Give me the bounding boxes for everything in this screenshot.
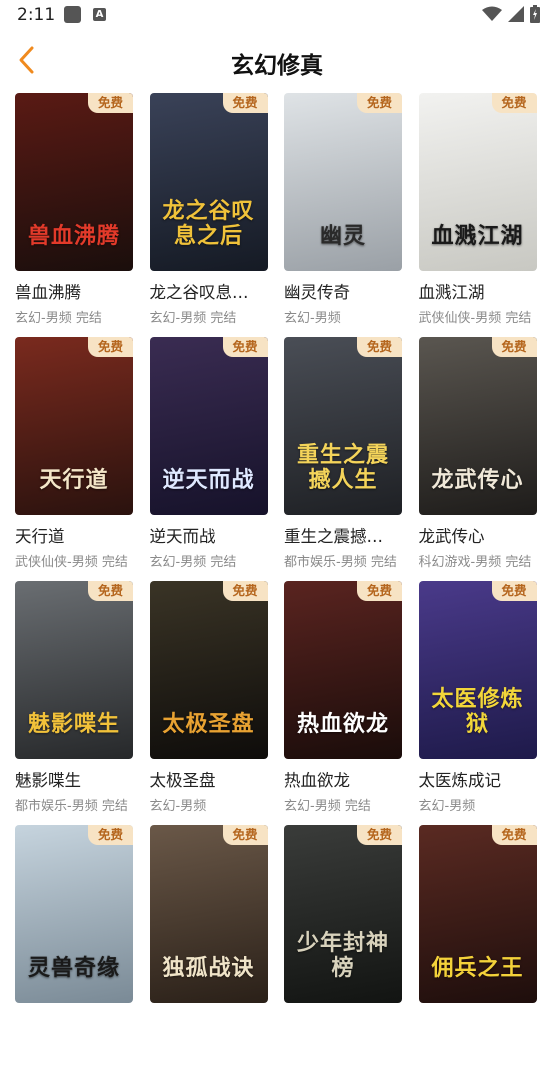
cover-title: 龙武传心 (431, 467, 524, 493)
free-badge: 免费 (357, 337, 402, 357)
book-cover[interactable]: 太医修炼狱 免费 (418, 581, 537, 759)
cover-title: 幽灵 (319, 223, 366, 249)
book-card[interactable]: 幽灵 免费 幽灵传奇 玄幻-男频 (284, 93, 402, 337)
free-badge: 免费 (357, 581, 402, 601)
cover-title: 独孤战诀 (162, 955, 255, 981)
book-card[interactable]: 龙武传心 免费 龙武传心 科幻游戏-男频 完结 (418, 337, 537, 581)
cover-title: 重生之震撼人生 (296, 442, 389, 493)
cover-title: 太医修炼狱 (431, 686, 524, 737)
book-card[interactable]: 少年封神榜 免费 (284, 825, 402, 1069)
cover-title: 龙之谷叹息之后 (162, 198, 255, 249)
book-meta: 玄幻-男频 (418, 799, 476, 814)
status-time: 2:11 (17, 5, 56, 25)
free-badge: 免费 (357, 93, 402, 113)
book-title: 血溅江湖 (418, 283, 485, 302)
book-card[interactable]: 魅影喋生 免费 魅影喋生 都市娱乐-男频 完结 (15, 581, 133, 825)
book-title: 龙武传心 (418, 527, 485, 546)
cover-title: 天行道 (39, 467, 109, 493)
free-badge: 免费 (491, 93, 537, 113)
cover-title: 兽血沸腾 (27, 223, 120, 249)
book-cover[interactable]: 龙之谷叹息之后 免费 (149, 93, 268, 271)
book-meta: 玄幻-男频 完结 (15, 311, 102, 326)
page-title: 玄幻修真 (231, 53, 323, 79)
free-badge: 免费 (491, 825, 537, 845)
free-badge: 免费 (222, 825, 268, 845)
book-cover[interactable]: 太极圣盘 免费 (149, 581, 268, 759)
book-cover[interactable]: 独孤战诀 免费 (149, 825, 268, 1003)
book-meta: 玄幻-男频 (284, 311, 341, 326)
book-meta: 玄幻-男频 完结 (149, 555, 237, 570)
book-meta: 玄幻-男频 (149, 799, 207, 814)
book-card[interactable]: 天行道 免费 天行道 武侠仙侠-男频 完结 (15, 337, 133, 581)
book-grid: 兽血沸腾 免费 兽血沸腾 玄幻-男频 完结 龙之谷叹息之后 免费 龙之谷叹息… … (15, 93, 545, 1069)
book-title: 龙之谷叹息… (149, 283, 249, 302)
book-meta: 都市娱乐-男频 完结 (284, 555, 397, 570)
cover-title: 热血欲龙 (296, 711, 389, 737)
free-badge: 免费 (491, 581, 537, 601)
free-badge: 免费 (88, 337, 133, 357)
book-cover[interactable]: 热血欲龙 免费 (284, 581, 402, 759)
book-cover[interactable]: 魅影喋生 免费 (15, 581, 133, 759)
book-cover[interactable]: 重生之震撼人生 免费 (284, 337, 402, 515)
book-cover[interactable]: 灵兽奇缘 免费 (15, 825, 133, 1003)
free-badge: 免费 (88, 581, 133, 601)
book-card[interactable]: 灵兽奇缘 免费 (15, 825, 133, 1069)
book-cover[interactable]: 龙武传心 免费 (418, 337, 537, 515)
book-meta: 玄幻-男频 完结 (284, 799, 371, 814)
battery-icon (530, 5, 540, 23)
book-meta: 科幻游戏-男频 完结 (418, 555, 532, 570)
wifi-icon (482, 6, 502, 21)
book-card[interactable]: 太医修炼狱 免费 太医炼成记 玄幻-男频 (418, 581, 537, 825)
free-badge: 免费 (88, 825, 133, 845)
book-cover[interactable]: 幽灵 免费 (284, 93, 402, 271)
book-cover[interactable]: 少年封神榜 免费 (284, 825, 402, 1003)
free-badge: 免费 (222, 337, 268, 357)
book-cover[interactable]: 兽血沸腾 免费 (15, 93, 133, 271)
book-card[interactable]: 龙之谷叹息之后 免费 龙之谷叹息… 玄幻-男频 完结 (149, 93, 268, 337)
book-title: 天行道 (15, 527, 65, 546)
cover-title: 魅影喋生 (27, 711, 120, 737)
cover-title: 灵兽奇缘 (27, 955, 120, 981)
book-title: 幽灵传奇 (284, 283, 350, 302)
free-badge: 免费 (222, 93, 268, 113)
book-card[interactable]: 太极圣盘 免费 太极圣盘 玄幻-男频 (149, 581, 268, 825)
cover-title: 逆天而战 (162, 467, 255, 493)
book-card[interactable]: 热血欲龙 免费 热血欲龙 玄幻-男频 完结 (284, 581, 402, 825)
status-bar: 2:11 A (0, 0, 554, 30)
free-badge: 免费 (88, 93, 133, 113)
book-meta: 武侠仙侠-男频 完结 (15, 555, 128, 570)
book-title: 太极圣盘 (149, 771, 216, 790)
app-bar: 玄幻修真 (0, 30, 554, 90)
keyboard-a-icon: A (93, 8, 106, 21)
cover-title: 少年封神榜 (296, 930, 389, 981)
book-title: 逆天而战 (149, 527, 216, 546)
book-cover[interactable]: 天行道 免费 (15, 337, 133, 515)
book-card[interactable]: 佣兵之王 免费 (418, 825, 537, 1069)
book-card[interactable]: 逆天而战 免费 逆天而战 玄幻-男频 完结 (149, 337, 268, 581)
book-card[interactable]: 兽血沸腾 免费 兽血沸腾 玄幻-男频 完结 (15, 93, 133, 337)
book-card[interactable]: 重生之震撼人生 免费 重生之震撼… 都市娱乐-男频 完结 (284, 337, 402, 581)
free-badge: 免费 (357, 825, 402, 845)
free-badge: 免费 (222, 581, 268, 601)
cover-title: 血溅江湖 (431, 223, 524, 249)
notification-icon (64, 6, 81, 23)
cover-title: 佣兵之王 (431, 955, 524, 981)
book-title: 兽血沸腾 (15, 283, 81, 302)
book-meta: 武侠仙侠-男频 完结 (418, 311, 532, 326)
book-cover[interactable]: 逆天而战 免费 (149, 337, 268, 515)
book-title: 太医炼成记 (418, 771, 502, 790)
book-meta: 玄幻-男频 完结 (149, 311, 237, 326)
book-cover[interactable]: 血溅江湖 免费 (418, 93, 537, 271)
book-cover[interactable]: 佣兵之王 免费 (418, 825, 537, 1003)
book-meta: 都市娱乐-男频 完结 (15, 799, 128, 814)
cover-title: 太极圣盘 (162, 711, 255, 737)
book-title: 重生之震撼… (284, 527, 383, 546)
book-title: 魅影喋生 (15, 771, 81, 790)
book-card[interactable]: 独孤战诀 免费 (149, 825, 268, 1069)
free-badge: 免费 (491, 337, 537, 357)
book-card[interactable]: 血溅江湖 免费 血溅江湖 武侠仙侠-男频 完结 (418, 93, 537, 337)
cell-signal-icon (508, 6, 524, 22)
book-title: 热血欲龙 (284, 771, 350, 790)
